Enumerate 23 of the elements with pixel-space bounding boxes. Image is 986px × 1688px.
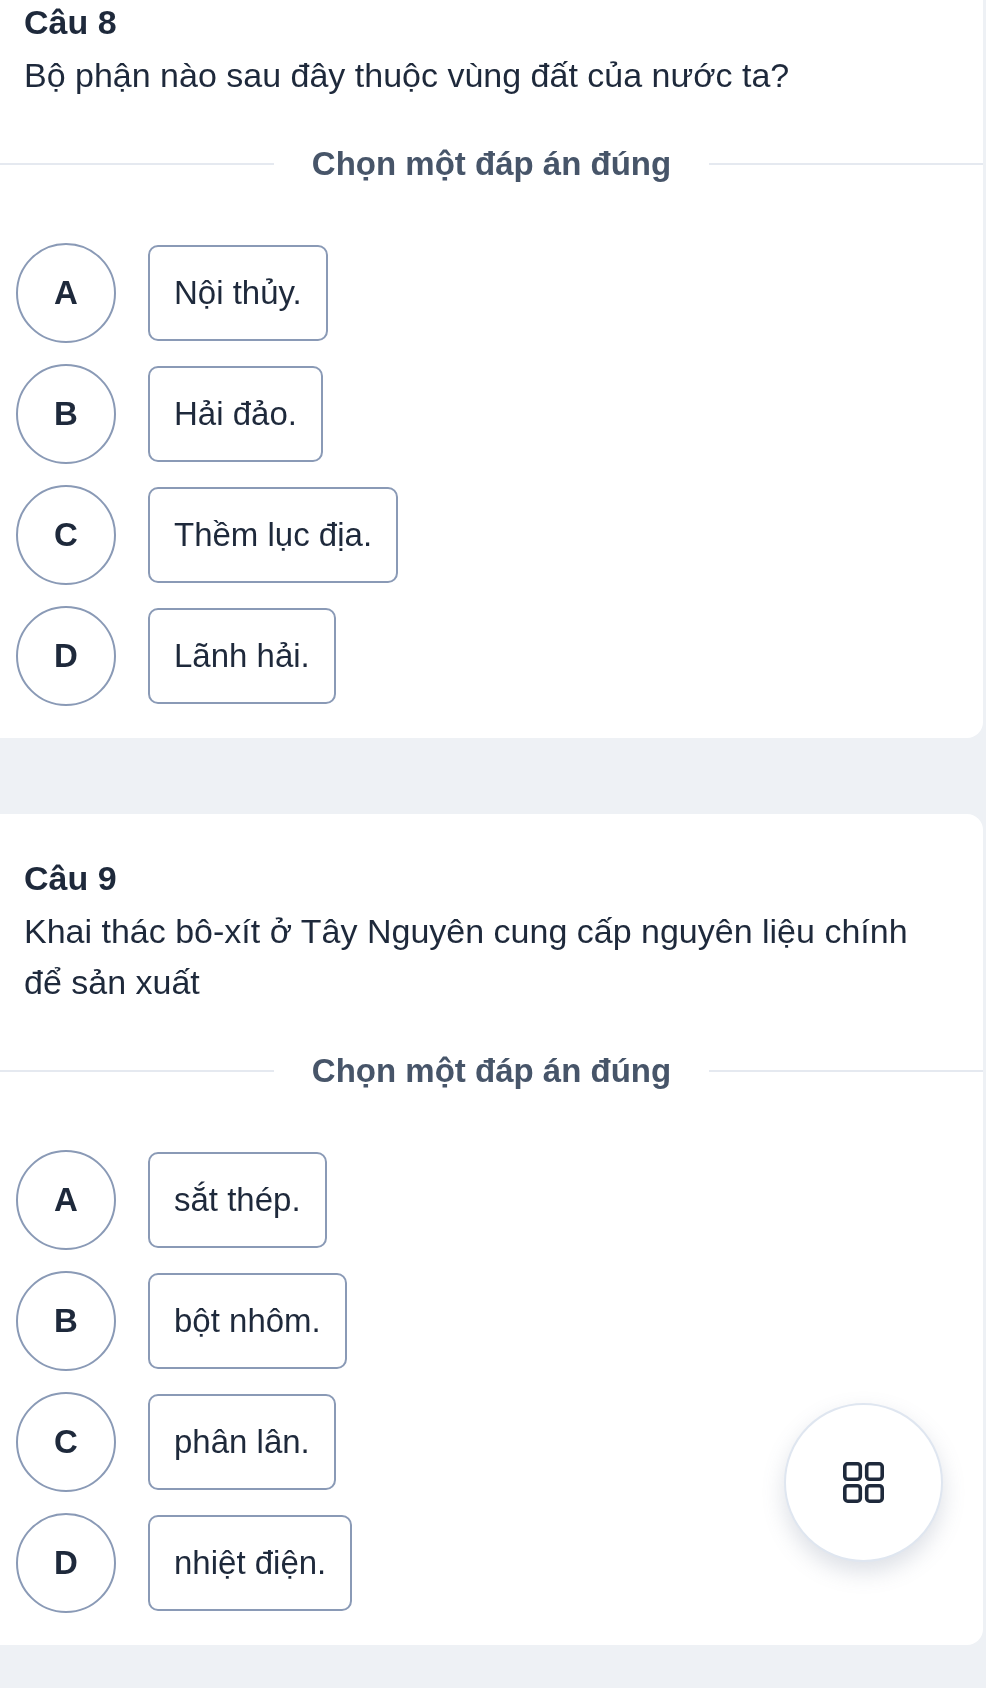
answer-option-button[interactable]: Lãnh hải. bbox=[148, 608, 336, 704]
option-letter-button[interactable]: D bbox=[16, 1513, 116, 1613]
instruction-label: Chọn một đáp án đúng bbox=[311, 144, 672, 184]
grid-icon bbox=[843, 1462, 884, 1503]
option-letter-button[interactable]: B bbox=[16, 1271, 116, 1371]
answer-option-button[interactable]: bột nhôm. bbox=[148, 1273, 347, 1369]
question-title: Câu 9 bbox=[24, 858, 117, 898]
answer-option-button[interactable]: Nội thủy. bbox=[148, 245, 328, 341]
question-text: Khai thác bô-xít ở Tây Nguyên cung cấp nguyên liệu chính để sản xuất bbox=[24, 911, 909, 1003]
option-letter-button[interactable]: C bbox=[16, 485, 116, 585]
answer-option-button[interactable]: nhiệt điện. bbox=[148, 1515, 353, 1611]
instruction-label: Chọn một đáp án đúng bbox=[311, 1051, 672, 1091]
option-letter-button[interactable]: B bbox=[16, 364, 116, 464]
option-letter-button[interactable]: C bbox=[16, 1392, 116, 1492]
answer-option-button[interactable]: phân lân. bbox=[148, 1394, 336, 1490]
answer-option-button[interactable]: sắt thép. bbox=[148, 1152, 327, 1248]
option-letter-button[interactable]: A bbox=[16, 243, 116, 343]
answer-option-button[interactable]: Thềm lục địa. bbox=[148, 487, 399, 583]
option-letter-button[interactable]: D bbox=[16, 606, 116, 706]
question-title: Câu 8 bbox=[24, 2, 117, 42]
answer-option-button[interactable]: Hải đảo. bbox=[148, 366, 323, 462]
option-letter-button[interactable]: A bbox=[16, 1150, 116, 1250]
question-text: Bộ phận nào sau đây thuộc vùng đất của nước ta? bbox=[24, 55, 790, 96]
